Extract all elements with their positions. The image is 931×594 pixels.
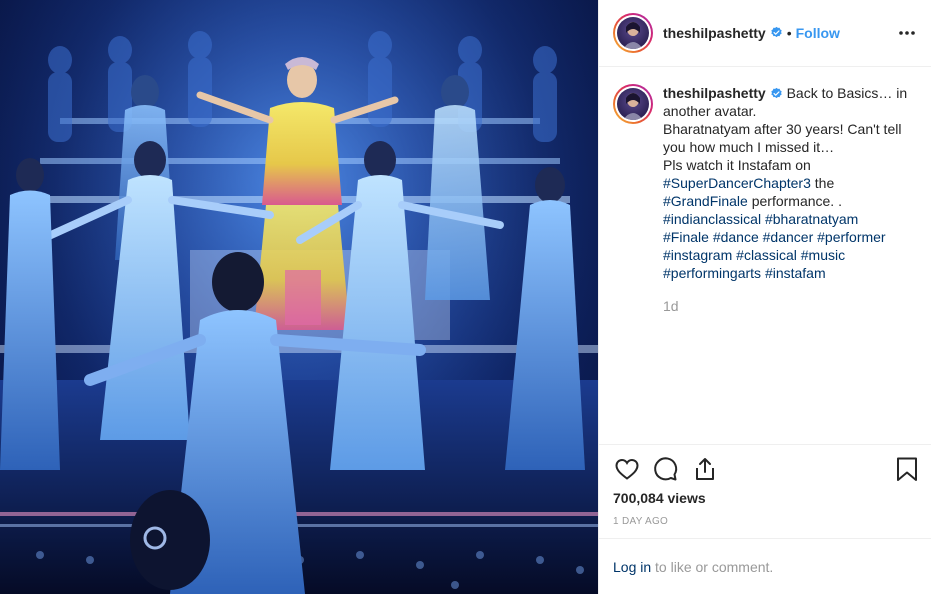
post-header: theshilpashetty • Follow: [599, 0, 931, 67]
caption-line-3-prefix: Pls watch it Instafam on: [663, 157, 811, 173]
caption-line-3-mid: the: [814, 175, 835, 191]
hashtag-link[interactable]: #SuperDancerChapter3: [663, 175, 811, 191]
instagram-post: theshilpashetty • Follow theshilpashetty…: [0, 0, 931, 594]
hashtag-link[interactable]: #dance: [713, 229, 759, 245]
heart-icon[interactable]: [613, 455, 641, 483]
hashtag-link[interactable]: #bharatnatyam: [765, 211, 858, 227]
share-icon[interactable]: [691, 455, 719, 483]
login-link[interactable]: Log in: [613, 559, 651, 575]
hashtag-link[interactable]: #performer: [817, 229, 885, 245]
divider: [599, 538, 931, 539]
hashtag-link[interactable]: #performingarts: [663, 265, 761, 281]
hashtag-link[interactable]: #indianclassical: [663, 211, 761, 227]
hashtag-link[interactable]: #music: [801, 247, 845, 263]
video-frame: [0, 0, 598, 594]
hashtag-link[interactable]: #Finale: [663, 229, 709, 245]
bookmark-icon[interactable]: [893, 455, 921, 483]
post-author-username[interactable]: theshilpashetty: [663, 25, 766, 41]
hashtag-link[interactable]: #instafam: [765, 265, 826, 281]
verified-badge-icon: [766, 85, 783, 101]
hashtag-link[interactable]: #GrandFinale: [663, 193, 748, 209]
login-prompt: Log in to like or comment.: [613, 559, 773, 575]
follow-button[interactable]: Follow: [796, 25, 840, 41]
login-prompt-text: to like or comment.: [655, 559, 774, 575]
views-count[interactable]: 700,084 views: [613, 490, 706, 506]
hashtag-link[interactable]: #dancer: [763, 229, 814, 245]
hashtag-link[interactable]: #instagram: [663, 247, 732, 263]
hashtag-link[interactable]: #classical: [736, 247, 797, 263]
caption-avatar[interactable]: [613, 84, 653, 124]
divider: [599, 444, 931, 445]
caption-text: theshilpashetty Back to Basics… in anoth…: [663, 84, 918, 315]
posted-timestamp[interactable]: 1 DAY AGO: [613, 516, 668, 527]
comment-time-ago[interactable]: 1d: [663, 297, 918, 315]
separator-dot: •: [786, 25, 792, 41]
caption-line-2: Bharatnatyam after 30 years! Can't tell …: [663, 121, 902, 155]
verified-badge-icon: [766, 24, 783, 42]
post-video[interactable]: [0, 0, 598, 594]
comment-bubble-icon[interactable]: [651, 455, 679, 483]
caption-username[interactable]: theshilpashetty: [663, 85, 766, 101]
action-bar: [613, 455, 918, 485]
post-side-panel: theshilpashetty • Follow theshilpashetty…: [598, 0, 931, 594]
caption-comment: theshilpashetty Back to Basics… in anoth…: [613, 84, 918, 315]
more-options-icon[interactable]: [896, 22, 918, 44]
caption-line-3-suffix: performance. .: [751, 193, 842, 209]
avatar[interactable]: [613, 13, 653, 53]
